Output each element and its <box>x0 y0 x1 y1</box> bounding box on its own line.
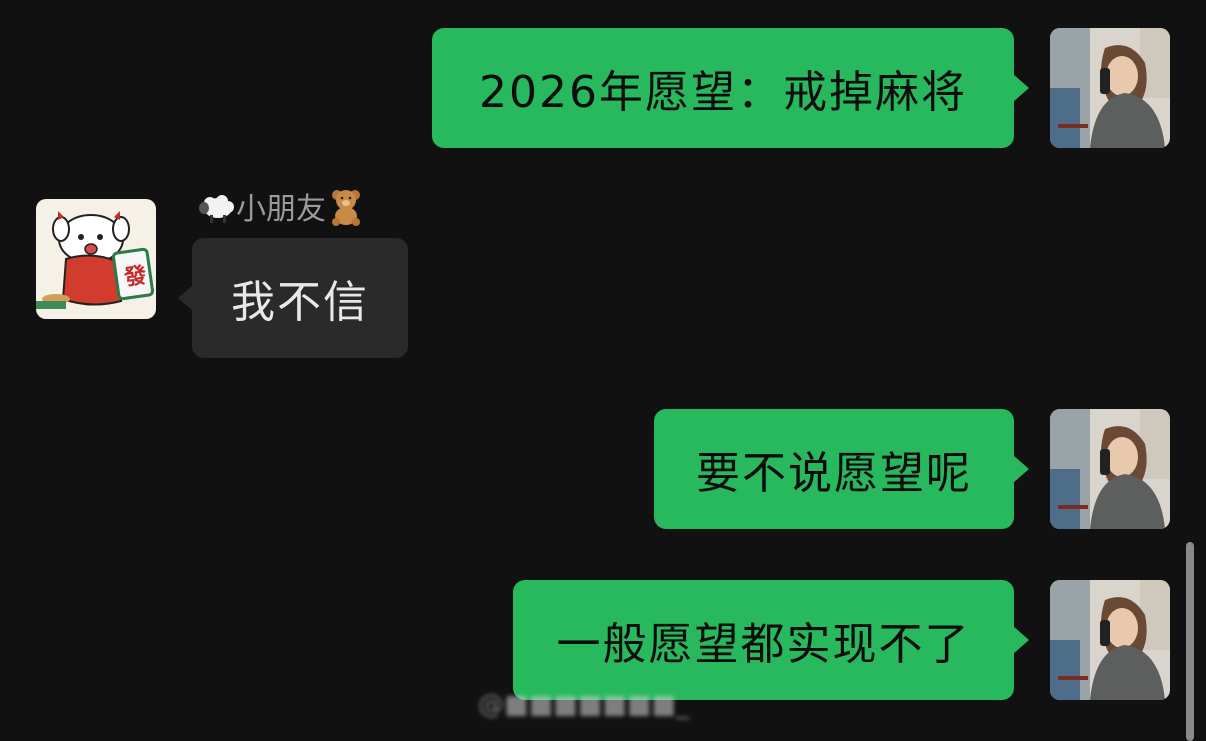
photo-avatar-icon <box>1050 409 1170 529</box>
message-bubble-received[interactable]: 我不信 <box>192 238 408 358</box>
svg-text:發: 發 <box>122 263 148 291</box>
bubble-tail <box>178 285 193 311</box>
message-text: 一般愿望都实现不了 <box>556 619 971 670</box>
sheep-icon <box>196 186 236 226</box>
message-bubble-sent[interactable]: 一般愿望都实现不了 <box>513 580 1014 700</box>
sender-name-text: 小朋友 <box>236 192 326 227</box>
photo-avatar-icon <box>1050 580 1170 700</box>
message-text: 要不说愿望呢 <box>696 448 972 499</box>
message-text: 我不信 <box>231 277 369 328</box>
bubble-tail <box>1013 455 1029 483</box>
teddy-bear-icon <box>326 186 366 226</box>
my-avatar[interactable] <box>1050 409 1170 529</box>
my-avatar[interactable] <box>1050 580 1170 700</box>
sender-name: 小朋友 <box>196 184 366 228</box>
bubble-tail <box>1013 74 1029 102</box>
message-text: 2026年愿望：戒掉麻将 <box>479 67 967 118</box>
scrollbar[interactable] <box>1186 542 1194 741</box>
cartoon-dog-mahjong-icon: 發 <box>36 199 156 319</box>
friend-avatar[interactable]: 發 <box>36 199 156 319</box>
photo-avatar-icon <box>1050 28 1170 148</box>
watermark: @■■■■■■■_ <box>478 690 689 720</box>
bubble-tail <box>1013 626 1029 654</box>
chat-view: 2026年愿望：戒掉麻将 發 小朋友 我不信 要不说愿望呢 一般愿望都实现不了 … <box>0 0 1206 741</box>
my-avatar[interactable] <box>1050 28 1170 148</box>
message-bubble-sent[interactable]: 2026年愿望：戒掉麻将 <box>432 28 1014 148</box>
message-bubble-sent[interactable]: 要不说愿望呢 <box>654 409 1014 529</box>
